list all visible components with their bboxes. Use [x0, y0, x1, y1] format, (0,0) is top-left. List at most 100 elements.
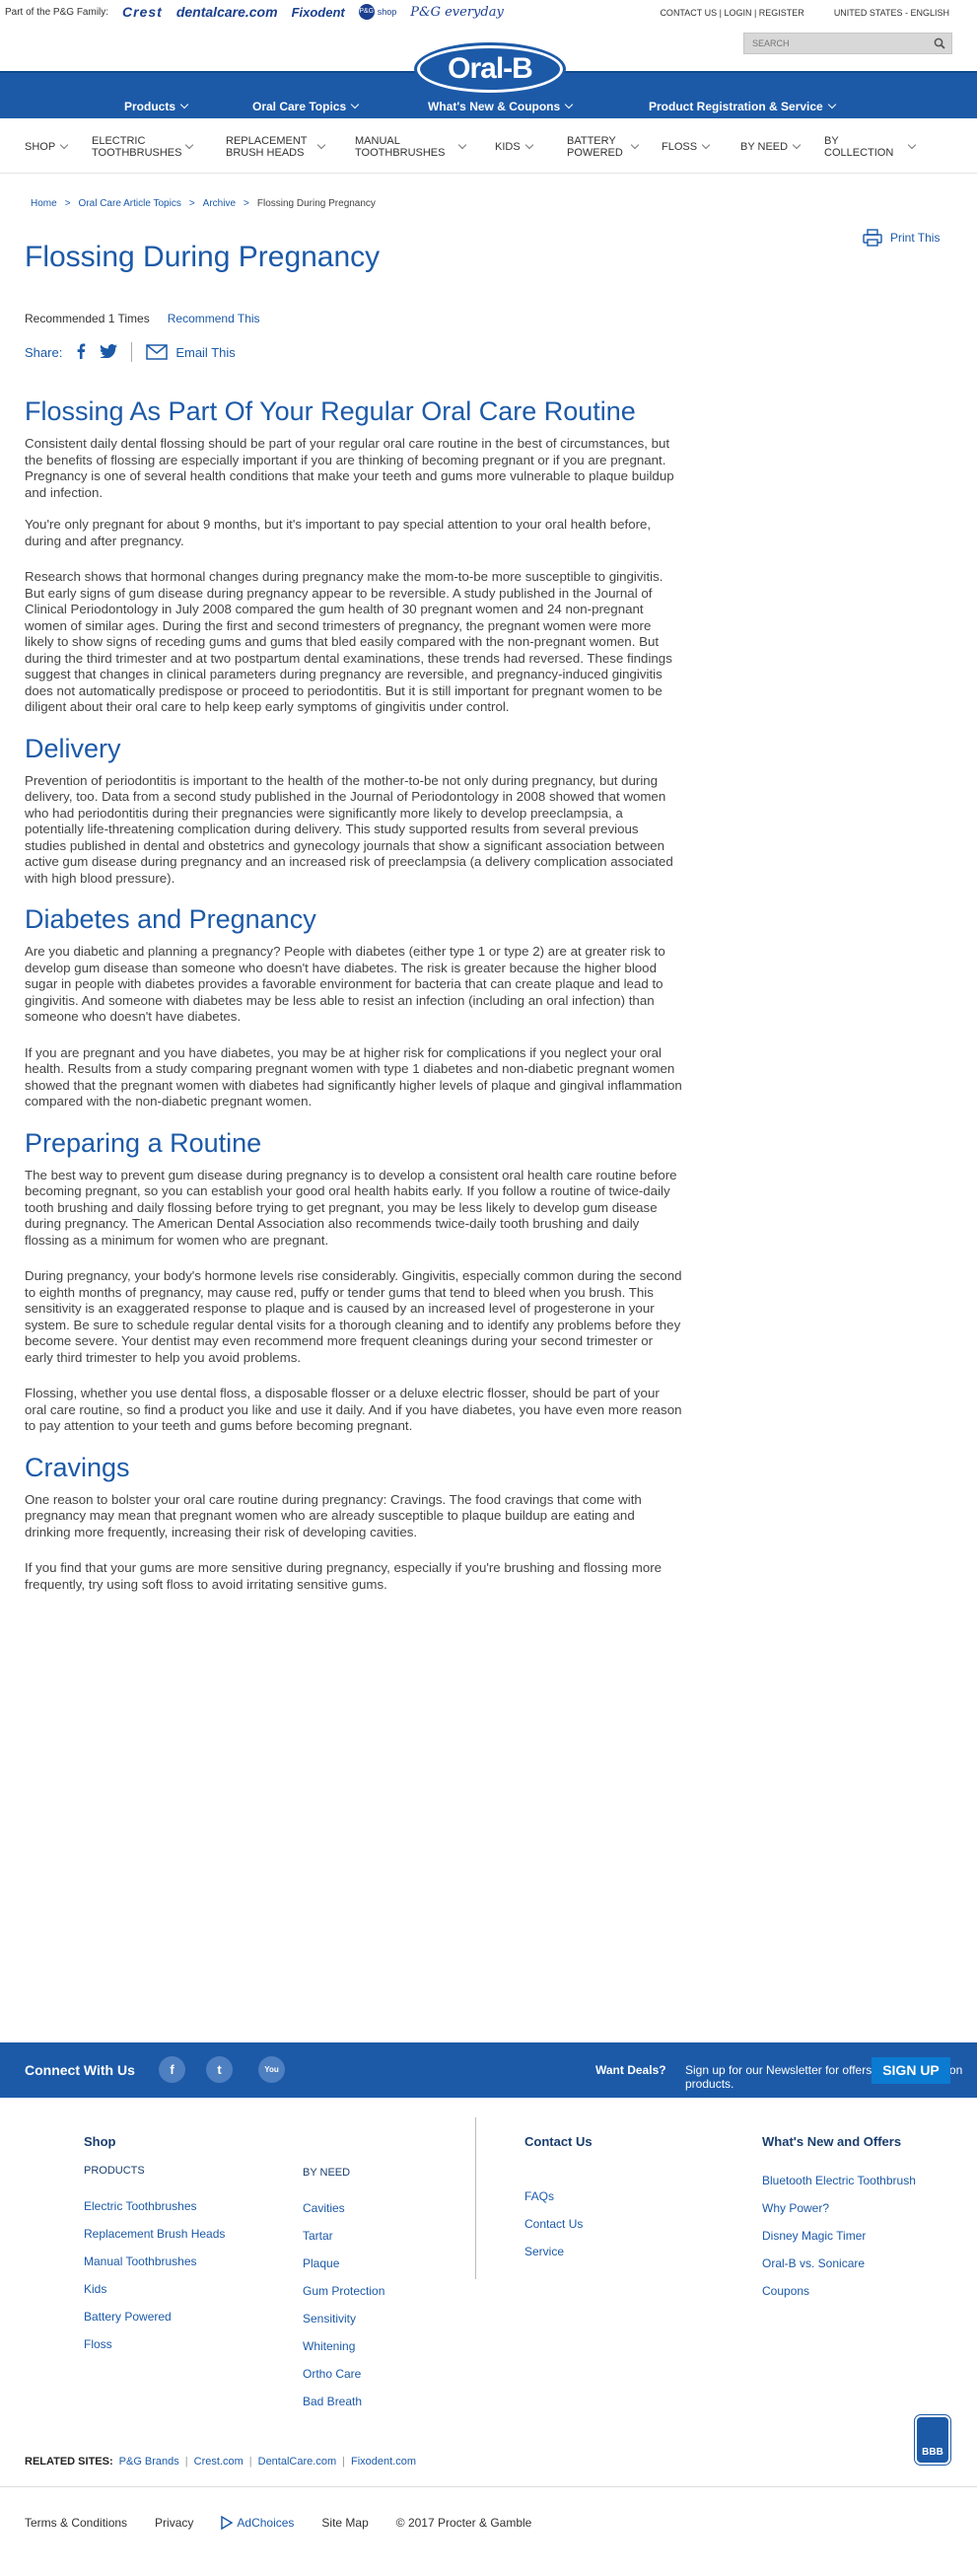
signup-button[interactable]: SIGN UP	[872, 2057, 950, 2084]
footer-link[interactable]: Ortho Care	[303, 2366, 384, 2394]
fixodent-link[interactable]: Fixodent	[292, 5, 345, 20]
category-nav: SHOP ELECTRIC TOOTHBRUSHES REPLACEMENT B…	[0, 118, 977, 174]
footer-link[interactable]: FAQs	[524, 2188, 593, 2216]
nav-products-label: Products	[124, 100, 176, 113]
chevron-down-icon	[350, 100, 360, 109]
footer-link[interactable]: Floss	[84, 2336, 225, 2364]
cat-by-need[interactable]: BY NEED	[740, 140, 802, 153]
related-site-link[interactable]: P&G Brands	[119, 2456, 179, 2468]
footer-shop-column: Shop PRODUCTS Electric Toothbrushes Repl…	[84, 2134, 225, 2364]
footer-link[interactable]: Battery Powered	[84, 2309, 225, 2336]
twitter-icon[interactable]: t	[206, 2056, 233, 2083]
footer-byneed-title: BY NEED	[303, 2167, 351, 2179]
footer-link[interactable]: Whitening	[303, 2338, 384, 2366]
article-paragraph: Flossing, whether you use dental floss, …	[25, 1386, 682, 1433]
connect-bar: Connect With Us f t You Want Deals? Sign…	[0, 2042, 977, 2098]
bbb-badge[interactable]: BBB	[914, 2414, 951, 2466]
search-icon[interactable]	[934, 37, 945, 49]
terms-link[interactable]: Terms & Conditions	[25, 2516, 127, 2530]
pg-family-label: Part of the P&G Family:	[5, 6, 109, 18]
article-body: Flossing As Part Of Your Regular Oral Ca…	[25, 394, 683, 1593]
related-sites: RELATED SITES: P&G Brands | Crest.com | …	[25, 2456, 416, 2468]
adchoices-link[interactable]: AdChoices	[221, 2516, 294, 2530]
footer-link[interactable]: Bad Breath	[303, 2394, 384, 2421]
crest-link[interactable]: Crest	[122, 4, 163, 20]
cat-kids[interactable]: KIDS	[495, 140, 533, 153]
article-paragraph: During pregnancy, your body's hormone le…	[25, 1268, 682, 1365]
chevron-down-icon	[792, 140, 802, 150]
facebook-icon[interactable]	[76, 343, 86, 362]
footer-link[interactable]: Kids	[84, 2281, 225, 2309]
footer-link[interactable]: Sensitivity	[303, 2311, 384, 2338]
sitemap-link[interactable]: Site Map	[321, 2516, 368, 2530]
footer-link[interactable]: Bluetooth Electric Toothbrush	[762, 2173, 916, 2200]
cat-battery-powered[interactable]: BATTERY POWERED	[567, 135, 640, 159]
footer-link[interactable]: Coupons	[762, 2283, 916, 2311]
cat-by-collection[interactable]: BY COLLECTION	[824, 135, 917, 159]
nav-oral-care-topics[interactable]: Oral Care Topics	[252, 100, 360, 113]
related-site-link[interactable]: Fixodent.com	[351, 2456, 416, 2468]
facebook-icon[interactable]: f	[159, 2056, 185, 2083]
nav-whats-new[interactable]: What's New & Coupons	[428, 100, 574, 113]
chevron-down-icon	[701, 140, 711, 150]
adchoices-label: AdChoices	[237, 2516, 295, 2530]
youtube-icon[interactable]: You	[258, 2056, 285, 2083]
breadcrumb-oral-care-topics[interactable]: Oral Care Article Topics	[79, 198, 181, 209]
nav-product-registration[interactable]: Product Registration & Service	[649, 100, 836, 113]
cat-manual-toothbrushes[interactable]: MANUAL TOOTHBRUSHES	[355, 135, 467, 159]
want-deals-label: Want Deals?	[595, 2063, 666, 2077]
footer-link[interactable]: Electric Toothbrushes	[84, 2198, 225, 2226]
footer-link[interactable]: Oral-B vs. Sonicare	[762, 2255, 916, 2283]
footer-shop-title: Shop	[84, 2134, 116, 2149]
nav-oral-care-topics-label: Oral Care Topics	[252, 100, 347, 113]
search-box	[743, 33, 952, 54]
section-heading: Cravings	[25, 1452, 130, 1482]
related-site-link[interactable]: DentalCare.com	[258, 2456, 336, 2468]
footer-link[interactable]: Gum Protection	[303, 2283, 384, 2311]
cat-shop[interactable]: SHOP	[25, 140, 69, 153]
cat-by-need-label: BY NEED	[740, 141, 789, 153]
print-button[interactable]: Print This	[863, 229, 940, 247]
region-selector[interactable]: UNITED STATES - ENGLISH	[834, 8, 949, 18]
main-nav: Oral-B Products Oral Care Topics What's …	[0, 45, 977, 118]
cat-electric-toothbrushes[interactable]: ELECTRIC TOOTHBRUSHES	[92, 135, 194, 159]
footer-link[interactable]: Replacement Brush Heads	[84, 2226, 225, 2254]
legal-links: Terms & Conditions Privacy AdChoices Sit…	[25, 2516, 531, 2530]
breadcrumb-archive[interactable]: Archive	[203, 198, 236, 209]
share-bar: Share: Email This	[25, 342, 236, 362]
footer-contact-column: Contact Us FAQs Contact Us Service	[524, 2134, 593, 2271]
oral-b-logo[interactable]: Oral-B	[417, 45, 563, 93]
twitter-icon[interactable]	[100, 343, 118, 361]
contact-login-register-links[interactable]: CONTACT US | LOGIN | REGISTER	[660, 8, 803, 18]
recommend-link[interactable]: Recommend This	[168, 312, 260, 325]
share-divider	[131, 342, 133, 362]
privacy-link[interactable]: Privacy	[155, 2516, 193, 2530]
connect-label: Connect With Us	[25, 2062, 135, 2078]
footer-rule	[0, 2486, 977, 2487]
footer-link[interactable]: Plaque	[303, 2255, 384, 2283]
footer-link[interactable]: Service	[524, 2244, 593, 2271]
cat-floss[interactable]: FLOSS	[662, 140, 711, 153]
dentalcare-link[interactable]: dentalcare.com	[176, 4, 278, 20]
footer-link[interactable]: Cavities	[303, 2200, 384, 2228]
chevron-down-icon	[316, 140, 326, 150]
related-site-link[interactable]: Crest.com	[194, 2456, 244, 2468]
nav-products[interactable]: Products	[124, 100, 189, 113]
search-input[interactable]	[744, 34, 922, 53]
footer-link[interactable]: Why Power?	[762, 2200, 916, 2228]
footer-link[interactable]: Manual Toothbrushes	[84, 2254, 225, 2281]
footer-link[interactable]: Tartar	[303, 2228, 384, 2255]
footer-link[interactable]: Contact Us	[524, 2216, 593, 2244]
footer-whatsnew-column: What's New and Offers Bluetooth Electric…	[762, 2134, 916, 2311]
page-title: Flossing During Pregnancy	[25, 241, 381, 273]
cat-replacement-brush-heads[interactable]: REPLACEMENT BRUSH HEADS	[226, 135, 326, 159]
footer-link[interactable]: Disney Magic Timer	[762, 2228, 916, 2255]
nav-product-registration-label: Product Registration & Service	[649, 100, 823, 113]
chevron-down-icon	[907, 140, 917, 150]
section-heading: Preparing a Routine	[25, 1127, 262, 1158]
pg-everyday-link[interactable]: P&G everyday	[410, 5, 504, 20]
email-share-link[interactable]: Email This	[146, 344, 236, 360]
breadcrumb-current: Flossing During Pregnancy	[256, 198, 376, 209]
pg-shop-link[interactable]: P&G shop	[358, 4, 396, 20]
breadcrumb-home[interactable]: Home	[31, 198, 57, 209]
